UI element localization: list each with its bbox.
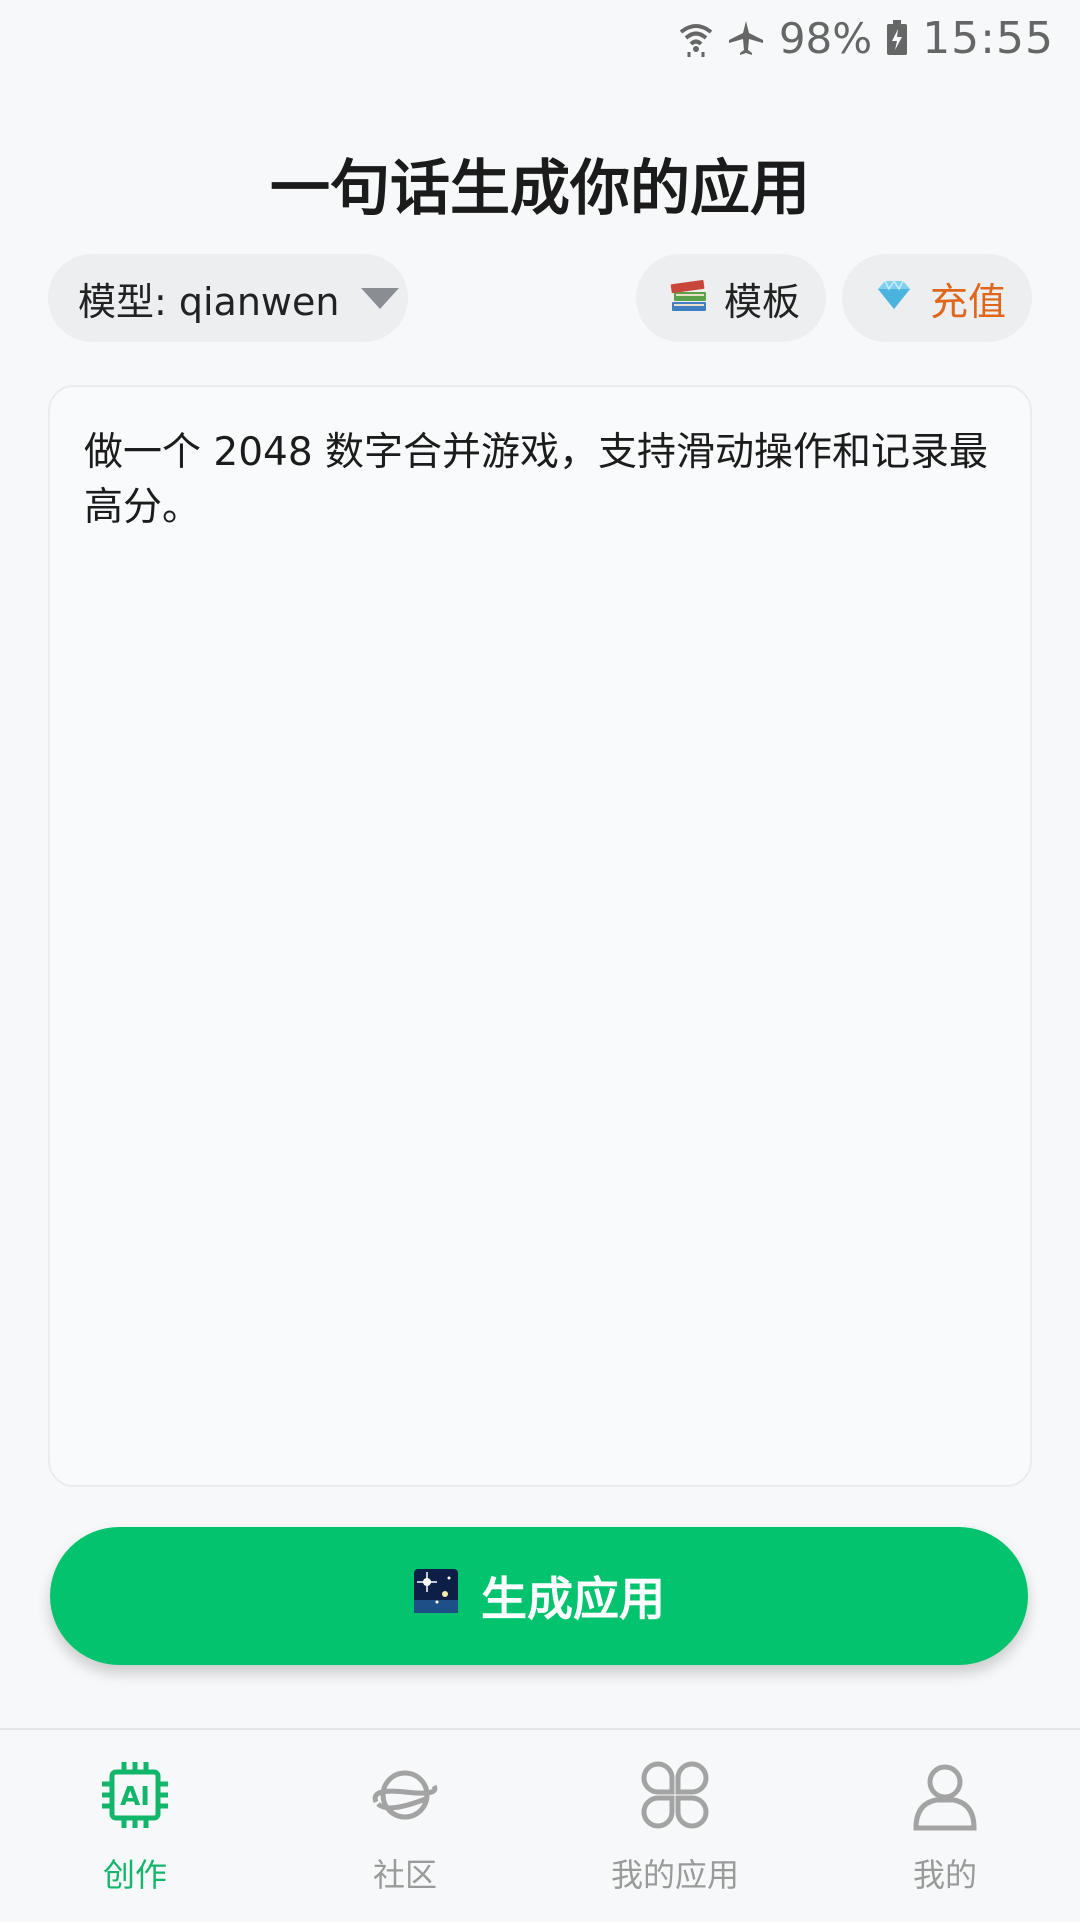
apps-grid-icon	[638, 1758, 712, 1840]
status-bar: 98% 15:55	[0, 0, 1080, 76]
generate-label: 生成应用	[481, 1572, 665, 1626]
nav-item-my-apps[interactable]: 我的应用	[540, 1730, 810, 1922]
model-selector[interactable]: 模型: qianwen	[48, 254, 408, 342]
nav-label-my-apps: 我的应用	[610, 1856, 739, 1894]
gem-icon	[876, 276, 912, 320]
nav-label-create: 创作	[102, 1856, 167, 1894]
ai-chip-icon: AI	[98, 1758, 172, 1840]
person-icon	[908, 1758, 982, 1840]
night-sky-icon	[413, 1568, 459, 1625]
wifi-icon	[679, 18, 713, 58]
nav-item-community[interactable]: 社区	[270, 1730, 540, 1922]
generate-app-button[interactable]: 生成应用	[50, 1527, 1028, 1665]
recharge-button[interactable]: 充值	[842, 254, 1032, 342]
books-icon	[668, 274, 710, 323]
clock: 15:55	[922, 12, 1054, 64]
battery-charging-icon	[886, 20, 908, 56]
svg-text:AI: AI	[120, 1782, 150, 1812]
bottom-nav: AI 创作 社区 我的应用 我的	[0, 1728, 1080, 1922]
airplane-icon	[727, 19, 765, 57]
planet-icon	[368, 1758, 442, 1840]
page-title: 一句话生成你的应用	[270, 154, 810, 224]
nav-item-create[interactable]: AI 创作	[0, 1730, 270, 1922]
template-label: 模板	[724, 279, 801, 324]
prompt-input[interactable]: 做一个 2048 数字合并游戏，支持滑动操作和记录最高分。	[48, 385, 1032, 1487]
nav-item-me[interactable]: 我的	[810, 1730, 1080, 1922]
template-button[interactable]: 模板	[636, 254, 826, 342]
model-label: 模型: qianwen	[78, 279, 340, 324]
recharge-label: 充值	[930, 279, 1007, 324]
nav-label-me: 我的	[912, 1856, 977, 1894]
battery-percent: 98%	[778, 13, 873, 63]
chevron-down-icon	[359, 276, 401, 320]
nav-label-community: 社区	[372, 1856, 437, 1894]
